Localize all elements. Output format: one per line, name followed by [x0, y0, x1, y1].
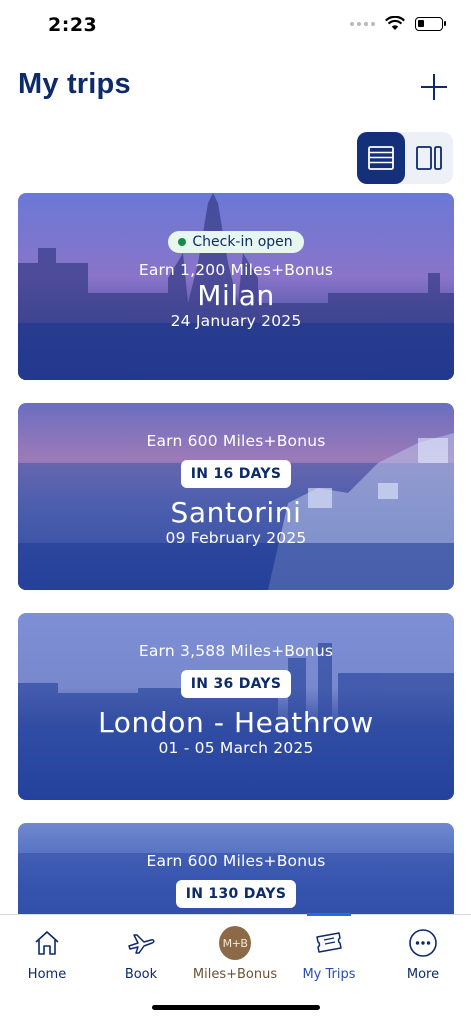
trip-date: 01 - 05 March 2025: [158, 739, 314, 757]
destination-city: Milan: [197, 279, 275, 312]
nav-my-trips-label: My Trips: [302, 967, 356, 982]
checkin-dot-icon: [178, 238, 187, 246]
status-icons: [350, 16, 446, 31]
miles-earn-text: Earn 1,200 Miles+Bonus: [138, 261, 334, 279]
plane-icon: [125, 927, 157, 959]
miles-earn-text: Earn 600 Miles+Bonus: [146, 852, 326, 870]
nav-book[interactable]: Book: [94, 915, 188, 995]
trips-list: Check-in open Earn 1,200 Miles+Bonus Mil…: [18, 193, 454, 1033]
add-trip-button[interactable]: [419, 72, 449, 102]
card-view-icon: [416, 146, 442, 170]
days-until-badge: IN 36 DAYS: [180, 670, 292, 698]
nav-home[interactable]: Home: [0, 915, 94, 995]
miles-bonus-icon: M+B: [219, 926, 251, 960]
miles-coin: M+B: [219, 926, 251, 960]
active-indicator: [307, 913, 351, 916]
status-bar: 2:23: [0, 0, 471, 52]
ticket-icon: [313, 927, 345, 959]
nav-book-label: Book: [124, 967, 158, 982]
destination-city: Santorini: [170, 496, 302, 529]
nav-more[interactable]: More: [376, 915, 470, 995]
nav-miles-bonus[interactable]: M+B Miles+Bonus: [188, 915, 282, 995]
trip-date: 24 January 2025: [170, 312, 302, 330]
wifi-icon: [385, 16, 405, 30]
days-until-badge: IN 16 DAYS: [180, 460, 292, 488]
nav-miles-label: Miles+Bonus: [192, 967, 278, 982]
days-until-badge: IN 130 DAYS: [175, 880, 297, 908]
miles-earn-text: Earn 600 Miles+Bonus: [146, 432, 326, 450]
more-icon: [407, 927, 439, 959]
view-toggle: [357, 132, 453, 184]
signal-icon: [350, 21, 375, 26]
list-view-toggle[interactable]: [357, 132, 405, 184]
destination-city: London - Heathrow: [98, 706, 374, 739]
page-title: My trips: [18, 68, 131, 100]
battery-icon: [415, 16, 446, 31]
nav-home-label: Home: [27, 967, 67, 982]
nav-more-label: More: [406, 967, 440, 982]
trip-date: 09 February 2025: [165, 529, 307, 547]
trip-card-milan[interactable]: Check-in open Earn 1,200 Miles+Bonus Mil…: [18, 193, 454, 380]
home-indicator: [152, 1005, 320, 1010]
home-icon: [31, 927, 63, 959]
checkin-label: Check-in open: [192, 234, 293, 250]
list-view-icon: [368, 146, 394, 170]
checkin-badge: Check-in open: [168, 231, 304, 253]
status-time: 2:23: [48, 14, 98, 36]
grid-view-toggle[interactable]: [405, 132, 453, 184]
miles-earn-text: Earn 3,588 Miles+Bonus: [138, 642, 334, 660]
trip-card-london[interactable]: Earn 3,588 Miles+Bonus IN 36 DAYS London…: [18, 613, 454, 800]
nav-my-trips[interactable]: My Trips: [282, 913, 376, 995]
trip-card-santorini[interactable]: Earn 600 Miles+Bonus IN 16 DAYS Santorin…: [18, 403, 454, 590]
